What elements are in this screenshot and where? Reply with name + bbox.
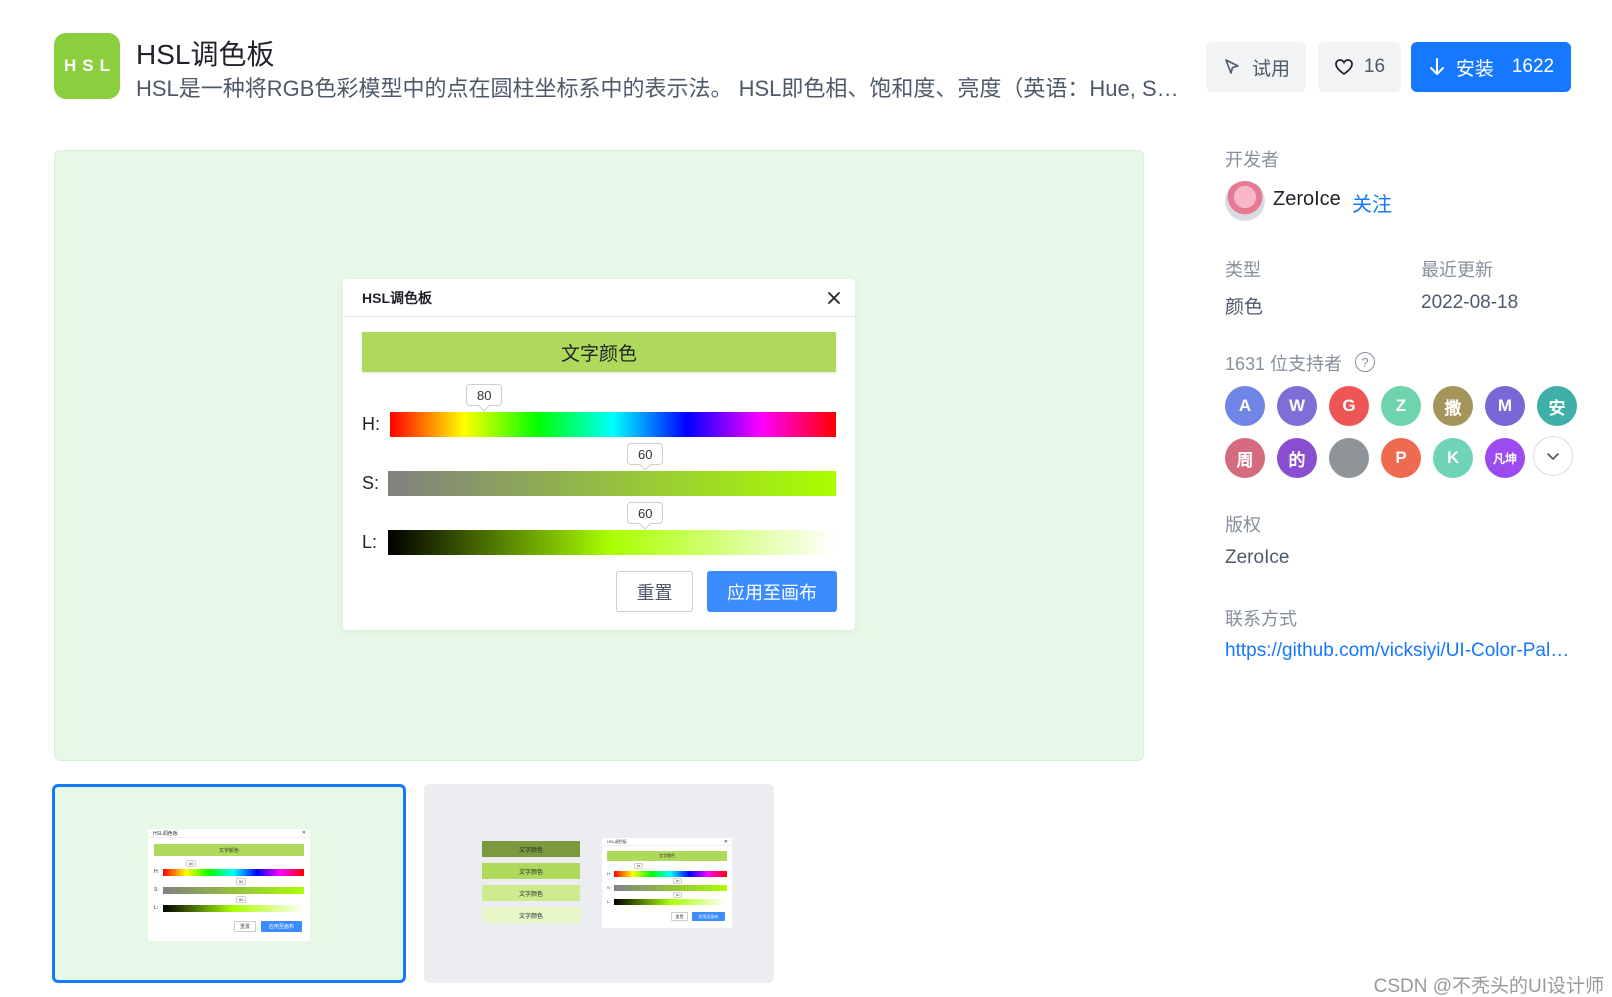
swatch-2: 文字颜色 — [482, 863, 580, 879]
thumb-lightness-track — [163, 905, 304, 912]
contact-label: 联系方式 — [1225, 609, 1297, 629]
thumb-saturation-tip: 60 — [236, 878, 247, 885]
app-title: HSL调色板 — [136, 39, 275, 70]
install-label: 安装 — [1455, 58, 1494, 80]
app-description: HSL是一种将RGB色彩模型中的点在圆柱坐标系中的表示法。 HSL即色相、饱和度… — [136, 76, 1182, 101]
hue-value-tip: 80 — [466, 384, 503, 406]
lightness-slider[interactable] — [388, 530, 836, 555]
thumb2-hue-label: H: — [607, 871, 611, 876]
supporter-avatar[interactable]: W — [1277, 386, 1317, 426]
thumb-hue-label: H: — [154, 869, 159, 875]
thumb-dialog: HSL调色板 ✕ 文字颜色 80 H: 60 S: 60 L: 重置 应用至画布 — [148, 829, 310, 941]
like-button[interactable]: 16 — [1318, 42, 1401, 92]
thumb2-hue-tip: 80 — [634, 863, 644, 869]
thumb-hue-track — [163, 869, 304, 876]
thumb-reset-button: 重置 — [234, 921, 256, 932]
thumb2-lightness-track — [614, 899, 727, 905]
thumb2-saturation-tip: 60 — [673, 878, 683, 884]
lightness-value-tip: 60 — [627, 502, 664, 524]
copyright-label: 版权 — [1225, 515, 1261, 535]
thumb-saturation-track — [163, 887, 304, 894]
like-count: 16 — [1363, 56, 1386, 77]
thumb-apply-button: 应用至画布 — [261, 921, 302, 932]
close-icon[interactable] — [823, 287, 845, 309]
saturation-slider[interactable] — [388, 471, 836, 496]
thumbnail-2[interactable]: 文字颜色 文字颜色 文字颜色 文字颜色 HSL调色板 ✕ 文字颜色 80 H: 6… — [424, 784, 774, 983]
thumb-hue-tip: 80 — [186, 860, 197, 867]
copyright-value: ZeroIce — [1225, 547, 1290, 568]
try-label: 试用 — [1251, 58, 1290, 80]
supporter-avatar[interactable]: 的 — [1277, 438, 1317, 478]
chevron-down-icon — [1547, 453, 1559, 460]
thumb2-reset-button: 重置 — [671, 912, 688, 921]
thumb-lightness-tip: 60 — [236, 896, 247, 903]
reset-button[interactable]: 重置 — [616, 571, 693, 612]
supporter-avatar[interactable]: P — [1381, 438, 1421, 478]
supporter-avatar[interactable]: 凡坤 — [1485, 438, 1525, 478]
text-color-chip: 文字颜色 — [362, 332, 836, 372]
contact-link[interactable]: https://github.com/vicksiyi/UI-Color-Pal… — [1225, 640, 1575, 662]
developer-name[interactable]: ZeroIce — [1273, 188, 1341, 211]
dialog-header: HSL调色板 — [343, 279, 855, 317]
apply-to-canvas-button[interactable]: 应用至画布 — [707, 571, 837, 612]
saturation-value-tip: 60 — [627, 443, 664, 465]
thumb2-lightness-label: L: — [607, 899, 611, 904]
supporter-avatar[interactable]: 周 — [1225, 438, 1265, 478]
thumb-color-chip: 文字颜色 — [154, 844, 304, 856]
question-circle-icon[interactable]: ? — [1355, 352, 1375, 372]
supporter-avatar[interactable]: 撒 — [1433, 386, 1473, 426]
supporter-avatar[interactable]: Z — [1381, 386, 1421, 426]
thumbnail-1[interactable]: HSL调色板 ✕ 文字颜色 80 H: 60 S: 60 L: 重置 应用至画布 — [52, 784, 406, 983]
supporter-avatar[interactable]: A — [1225, 386, 1265, 426]
try-button[interactable]: 试用 — [1206, 42, 1306, 92]
type-value: 颜色 — [1225, 297, 1264, 318]
updated-label: 最近更新 — [1421, 260, 1493, 280]
thumb2-apply-button: 应用至画布 — [692, 912, 725, 921]
supporter-avatar[interactable]: M — [1485, 386, 1525, 426]
type-label: 类型 — [1225, 260, 1261, 280]
developer-avatar[interactable] — [1225, 181, 1265, 221]
thumb2-color-chip: 文字颜色 — [607, 851, 727, 861]
install-button[interactable]: 安装 1622 — [1411, 42, 1571, 92]
watermark: CSDN @不秃头的UI设计师 — [1373, 976, 1604, 997]
supporters-label: 1631 位支持者 — [1225, 354, 1343, 374]
thumb2-saturation-track — [614, 885, 727, 891]
main-preview: HSL调色板 文字颜色 80 H: 60 S: 60 L: 重置 应用至画布 — [54, 150, 1144, 761]
thumb2-lightness-tip: 60 — [673, 892, 683, 898]
swatch-3: 文字颜色 — [482, 885, 580, 901]
app-logo: HSL — [54, 33, 120, 99]
hue-slider[interactable] — [390, 412, 836, 437]
swatch-4: 文字颜色 — [482, 907, 580, 923]
thumb-lightness-label: L: — [154, 905, 159, 911]
download-arrow-icon — [1429, 58, 1444, 75]
cursor-click-icon — [1225, 59, 1239, 74]
saturation-label: S: — [362, 473, 380, 493]
hsl-dialog: HSL调色板 文字颜色 80 H: 60 S: 60 L: 重置 应用至画布 — [343, 279, 855, 630]
follow-link[interactable]: 关注 — [1352, 188, 1392, 217]
thumb-saturation-label: S: — [154, 887, 159, 893]
developer-label: 开发者 — [1225, 150, 1279, 170]
supporter-avatar[interactable] — [1329, 438, 1369, 478]
lightness-label: L: — [362, 532, 378, 552]
expand-supporters-button[interactable] — [1533, 436, 1573, 476]
swatch-1: 文字颜色 — [482, 841, 580, 857]
heart-icon — [1335, 59, 1353, 76]
hue-label: H: — [362, 414, 380, 434]
thumb-dialog-title: HSL调色板 ✕ — [148, 829, 310, 838]
install-count: 1622 — [1511, 56, 1555, 77]
thumb2-dialog: HSL调色板 ✕ 文字颜色 80 H: 60 S: 60 L: 重置 应用至画布 — [602, 838, 732, 928]
thumb2-hue-track — [614, 871, 727, 877]
updated-value: 2022-08-18 — [1421, 292, 1519, 313]
supporter-avatar[interactable]: K — [1433, 438, 1473, 478]
thumb2-dialog-title: HSL调色板 ✕ — [602, 838, 732, 846]
supporter-avatar[interactable]: 安 — [1537, 386, 1577, 426]
dialog-title: HSL调色板 — [362, 289, 432, 306]
thumb2-saturation-label: S: — [607, 885, 611, 890]
supporter-avatar[interactable]: G — [1329, 386, 1369, 426]
